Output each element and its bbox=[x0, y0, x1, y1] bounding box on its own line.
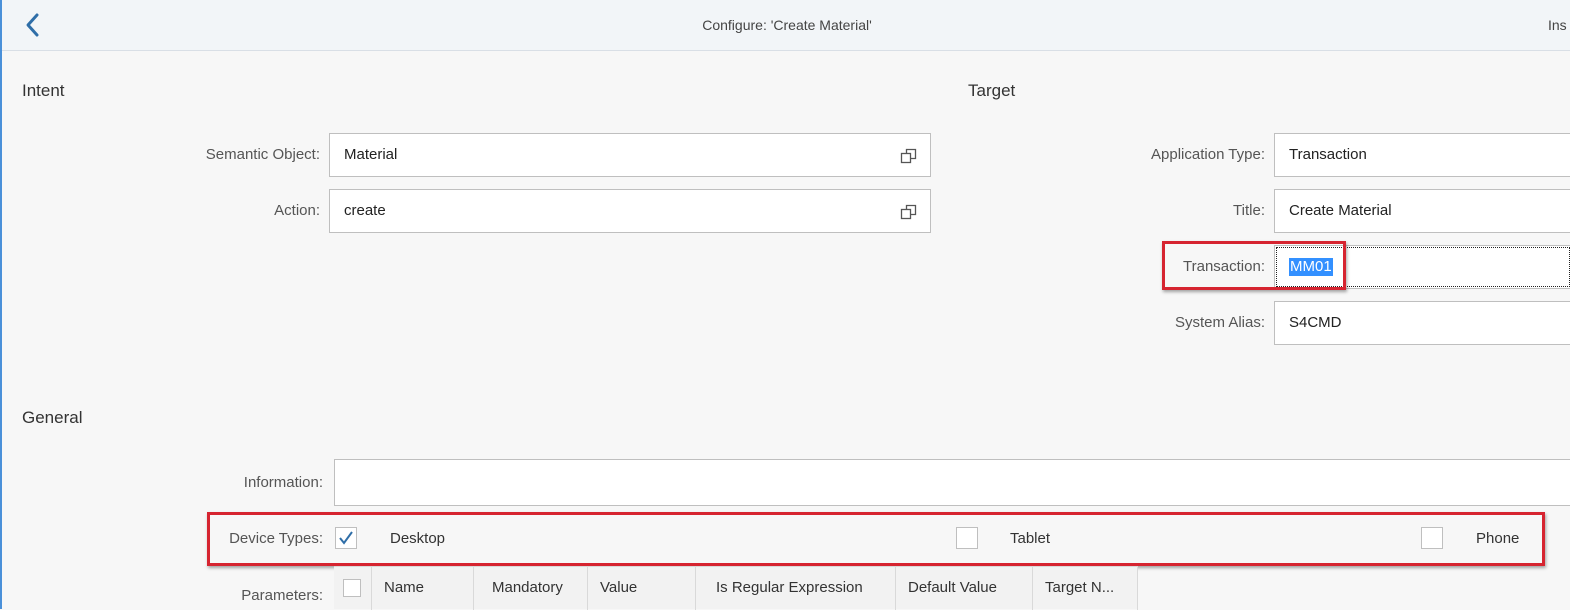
action-label: Action: bbox=[274, 202, 320, 219]
column-header-value[interactable]: Value bbox=[588, 567, 696, 610]
intent-section-title: Intent bbox=[22, 81, 65, 100]
phone-checkbox[interactable] bbox=[1421, 527, 1443, 549]
checkmark-icon bbox=[339, 531, 353, 545]
select-all-cell bbox=[334, 567, 372, 610]
application-type-input[interactable]: Transaction bbox=[1274, 133, 1570, 177]
header-right-action[interactable]: Ins bbox=[1548, 0, 1567, 51]
transaction-value: MM01 bbox=[1289, 258, 1333, 276]
application-type-value: Transaction bbox=[1289, 146, 1367, 163]
system-alias-input[interactable]: S4CMD bbox=[1274, 301, 1570, 345]
title-label: Title: bbox=[1233, 202, 1265, 219]
phone-label: Phone bbox=[1476, 530, 1520, 547]
column-header-default-value[interactable]: Default Value bbox=[896, 567, 1033, 610]
general-section-title: General bbox=[22, 408, 83, 427]
device-types-label: Device Types: bbox=[229, 530, 323, 547]
semantic-object-label: Semantic Object: bbox=[205, 146, 320, 163]
parameters-table-header: Name Mandatory Value Is Regular Expressi… bbox=[334, 566, 1138, 610]
target-section-title: Target bbox=[968, 81, 1016, 100]
column-header-target-name[interactable]: Target N... bbox=[1033, 567, 1138, 610]
action-input[interactable]: create bbox=[329, 189, 931, 233]
semantic-object-value: Material bbox=[344, 146, 398, 163]
tablet-label: Tablet bbox=[1010, 530, 1051, 547]
title-value: Create Material bbox=[1289, 202, 1392, 219]
information-input[interactable] bbox=[334, 459, 1570, 506]
application-type-label: Application Type: bbox=[1151, 146, 1265, 163]
system-alias-label: System Alias: bbox=[1174, 314, 1265, 331]
semantic-object-input[interactable]: Material bbox=[329, 133, 931, 177]
action-value: create bbox=[344, 202, 386, 219]
desktop-label: Desktop bbox=[390, 530, 446, 547]
value-help-icon[interactable] bbox=[900, 203, 918, 221]
tablet-checkbox[interactable] bbox=[956, 527, 978, 549]
transaction-label: Transaction: bbox=[1183, 258, 1265, 275]
column-header-is-regular-expression[interactable]: Is Regular Expression bbox=[696, 567, 896, 610]
page-title: Configure: 'Create Material' bbox=[702, 17, 872, 33]
page-header: Configure: 'Create Material' Ins bbox=[2, 0, 1570, 51]
transaction-input[interactable]: MM01 bbox=[1274, 245, 1570, 289]
select-all-checkbox[interactable] bbox=[343, 579, 361, 597]
value-help-icon[interactable] bbox=[900, 147, 918, 165]
desktop-checkbox[interactable] bbox=[335, 527, 357, 549]
app-shell: Configure: 'Create Material' Ins Intent … bbox=[0, 0, 1570, 610]
column-header-name[interactable]: Name bbox=[372, 567, 474, 610]
column-header-mandatory[interactable]: Mandatory bbox=[474, 567, 588, 610]
system-alias-value: S4CMD bbox=[1289, 314, 1342, 331]
title-input[interactable]: Create Material bbox=[1274, 189, 1570, 233]
information-label: Information: bbox=[243, 474, 323, 491]
parameters-label: Parameters: bbox=[241, 587, 323, 604]
